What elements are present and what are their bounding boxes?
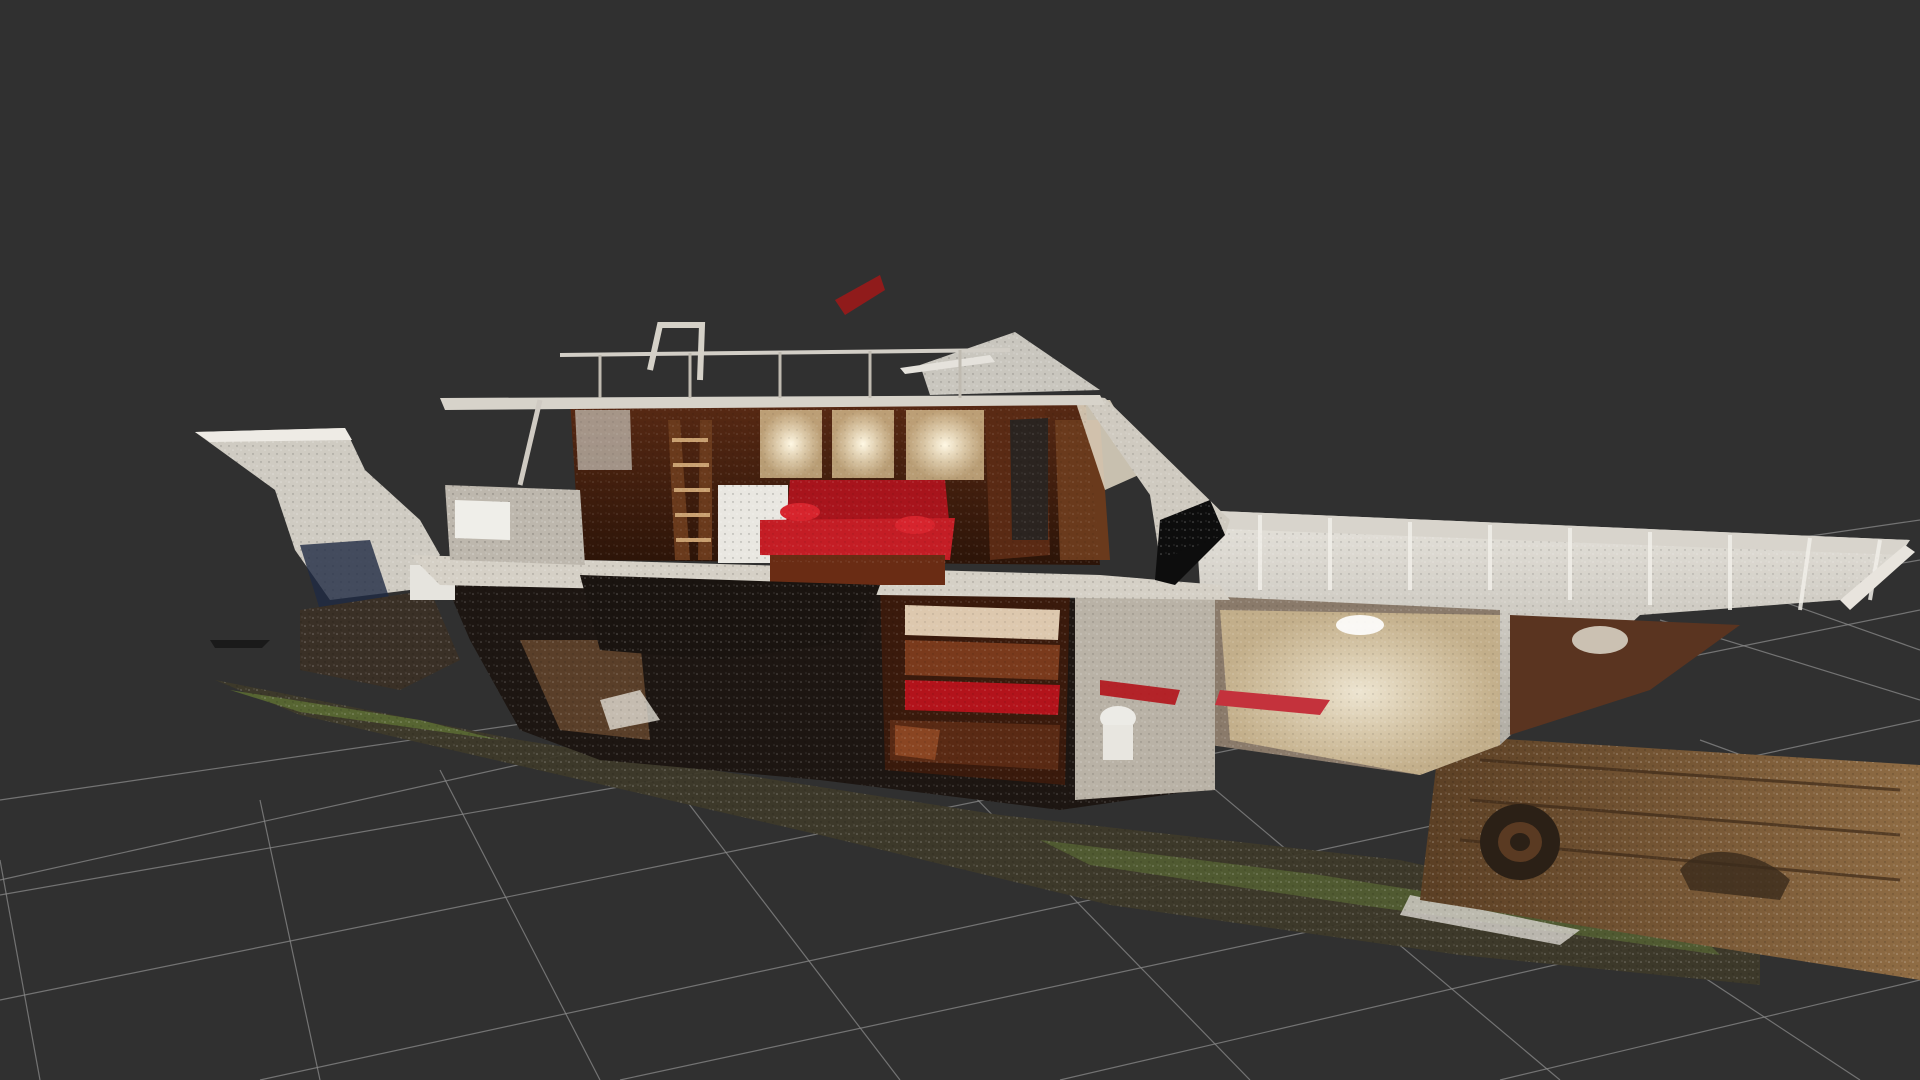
head-compartment — [1075, 590, 1215, 800]
main-saloon — [570, 395, 1150, 585]
grid-line — [259, 799, 321, 1080]
grid-line — [1499, 979, 1920, 1080]
point-cloud-scene[interactable] — [0, 0, 1920, 1080]
grid-line — [439, 769, 601, 1080]
3d-viewport[interactable] — [0, 0, 1920, 1080]
tire — [1480, 804, 1560, 880]
grid-line — [0, 859, 41, 1080]
lower-cabin — [880, 585, 1070, 785]
